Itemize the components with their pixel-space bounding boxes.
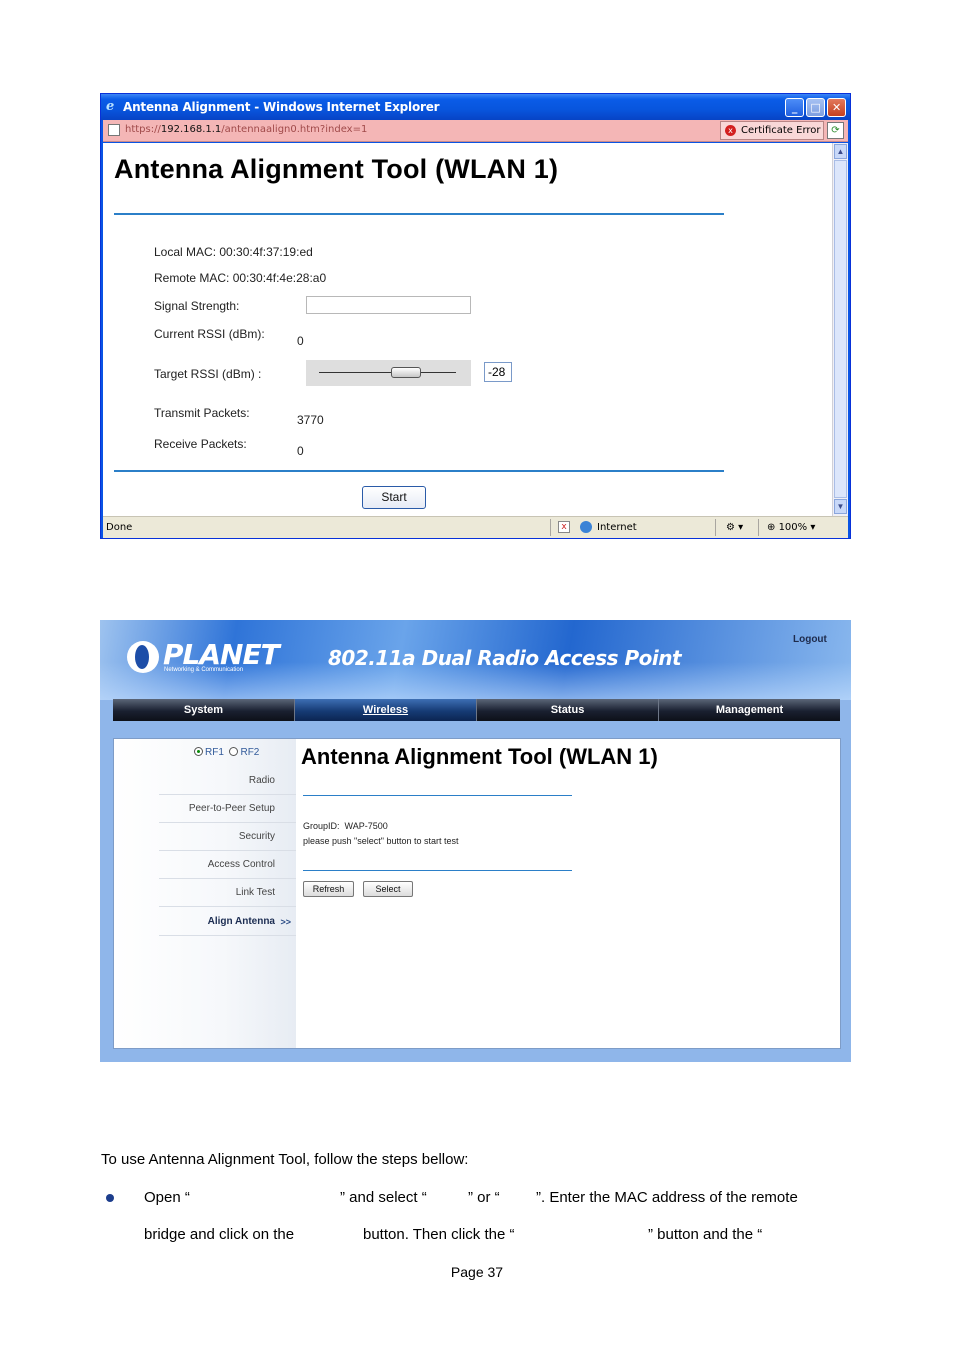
target-rssi-slider[interactable] [306,360,471,386]
start-button[interactable]: Start [362,486,426,509]
header-banner: PLANET Networking & Communication 802.11… [100,620,851,700]
page-number: Page 37 [450,1264,504,1280]
divider [303,870,572,871]
intro-text: To use Antenna Alignment Tool, follow th… [101,1151,469,1168]
zoom-control[interactable]: ⊕ 100% ▾ [767,517,815,538]
refresh-icon[interactable]: ⟳ [827,122,844,139]
sidebar-item-label: Align Antenna [207,916,275,927]
slider-thumb[interactable] [391,367,421,378]
bullet-icon [106,1194,114,1202]
separator [758,519,759,536]
step-button: button. Then click the “ [363,1226,515,1243]
address-bar[interactable]: https://192.168.1.1/antennaalign0.htm?in… [103,120,848,142]
signal-strength-label: Signal Strength: [154,299,240,313]
step-open: Open “ [144,1189,190,1206]
logo-tagline: Networking & Communication [164,667,244,673]
planet-logo-icon [127,641,159,673]
rf1-label: RF1 [205,747,224,758]
certificate-error-label: Certificate Error [741,125,821,136]
window-title: Antenna Alignment - Windows Internet Exp… [123,100,440,114]
vertical-scrollbar[interactable]: ▲ ▼ [832,143,848,516]
shield-error-icon: x [725,125,736,136]
step-select: ” and select “ [340,1189,427,1206]
separator [550,519,551,536]
divider [114,470,724,472]
maximize-icon: □ [806,98,825,117]
protected-mode-icon[interactable]: ⚙ ▾ [726,517,743,538]
target-rssi-label: Target RSSI (dBm) : [154,367,262,381]
sidebar-item-access-control[interactable]: Access Control [159,851,296,879]
rf1-radio[interactable] [194,747,203,756]
refresh-button[interactable]: Refresh [303,881,354,897]
main-area: Antenna Alignment Tool (WLAN 1) GroupID:… [296,739,840,1048]
ie-logo-icon: e [106,99,115,114]
target-rssi-input[interactable]: -28 [484,362,512,382]
certificate-error-button[interactable]: x Certificate Error [720,121,824,140]
separator [715,519,716,536]
tab-management[interactable]: Management [659,699,840,721]
chevron-right-icon: >> [280,917,291,927]
logout-link[interactable]: Logout [793,634,827,645]
receive-packets-value: 0 [297,444,304,458]
instruction-text: please push "select" button to start tes… [303,836,459,846]
sidebar-item-align-antenna[interactable]: Align Antenna >> [159,908,296,936]
browser-content: Antenna Alignment Tool (WLAN 1) Local MA… [103,143,832,516]
current-rssi-label: Current RSSI (dBm): [154,327,265,341]
rf-selector: RF1 RF2 [194,747,259,758]
sidebar-item-link-test[interactable]: Link Test [159,879,296,907]
sidebar-item-radio[interactable]: Radio [159,767,296,795]
main-nav: System Wireless Status Management [113,699,840,721]
minimize-icon[interactable]: _ [785,98,804,117]
sidebar: RF1 RF2 Radio Peer-to-Peer Setup Securit… [114,739,296,1048]
sidebar-item-security[interactable]: Security [159,823,296,851]
status-text: Done [106,522,133,533]
page-icon [108,124,120,136]
step-bridge: bridge and click on the [144,1226,295,1243]
scroll-thumb[interactable] [834,160,847,498]
rf2-radio[interactable] [229,747,239,756]
tab-wireless[interactable]: Wireless [295,699,477,721]
remote-mac-field: Remote MAC: 00:30:4f:4e:28:a0 [154,271,327,285]
step-and: ” button and the “ [648,1226,763,1243]
slider-track [319,372,456,373]
page-title: Antenna Alignment Tool (WLAN 1) [114,154,559,184]
step-or: ” or “ [468,1189,500,1206]
transmit-packets-label: Transmit Packets: [154,406,250,420]
planet-admin-panel: PLANET Networking & Communication 802.11… [100,620,851,1062]
transmit-packets-value: 3770 [297,413,324,427]
select-button[interactable]: Select [363,881,413,897]
divider [303,795,572,796]
address-url[interactable]: https://192.168.1.1/antennaalign0.htm?in… [125,124,367,135]
close-icon[interactable]: ✕ [827,98,846,117]
globe-icon [580,521,592,533]
current-rssi-value: 0 [297,334,304,348]
status-bar: Done x Internet ⚙ ▾ ⊕ 100% ▾ [103,516,848,538]
blocked-icon: x [558,521,570,533]
content-panel: RF1 RF2 Radio Peer-to-Peer Setup Securit… [113,738,841,1049]
ie-window: e Antenna Alignment - Windows Internet E… [100,93,851,539]
scroll-up-icon[interactable]: ▲ [834,144,847,159]
receive-packets-label: Receive Packets: [154,437,247,451]
local-mac-field: Local MAC: 00:30:4f:37:19:ed [154,245,313,259]
step-enter: ”. Enter the MAC address of the remote [536,1189,798,1206]
page-title: Antenna Alignment Tool (WLAN 1) [301,744,658,769]
window-title-bar: e Antenna Alignment - Windows Internet E… [101,94,850,120]
zone-label: Internet [597,522,637,533]
divider [114,213,724,215]
product-name: 802.11a Dual Radio Access Point [328,646,682,670]
sidebar-item-peer-to-peer-setup[interactable]: Peer-to-Peer Setup [159,795,296,823]
scroll-down-icon[interactable]: ▼ [834,499,847,514]
rf2-label: RF2 [240,747,260,758]
signal-strength-bar [306,296,471,314]
tab-system[interactable]: System [113,699,295,721]
tab-status[interactable]: Status [477,699,659,721]
group-id-field: GroupID: WAP-7500 [303,821,388,831]
